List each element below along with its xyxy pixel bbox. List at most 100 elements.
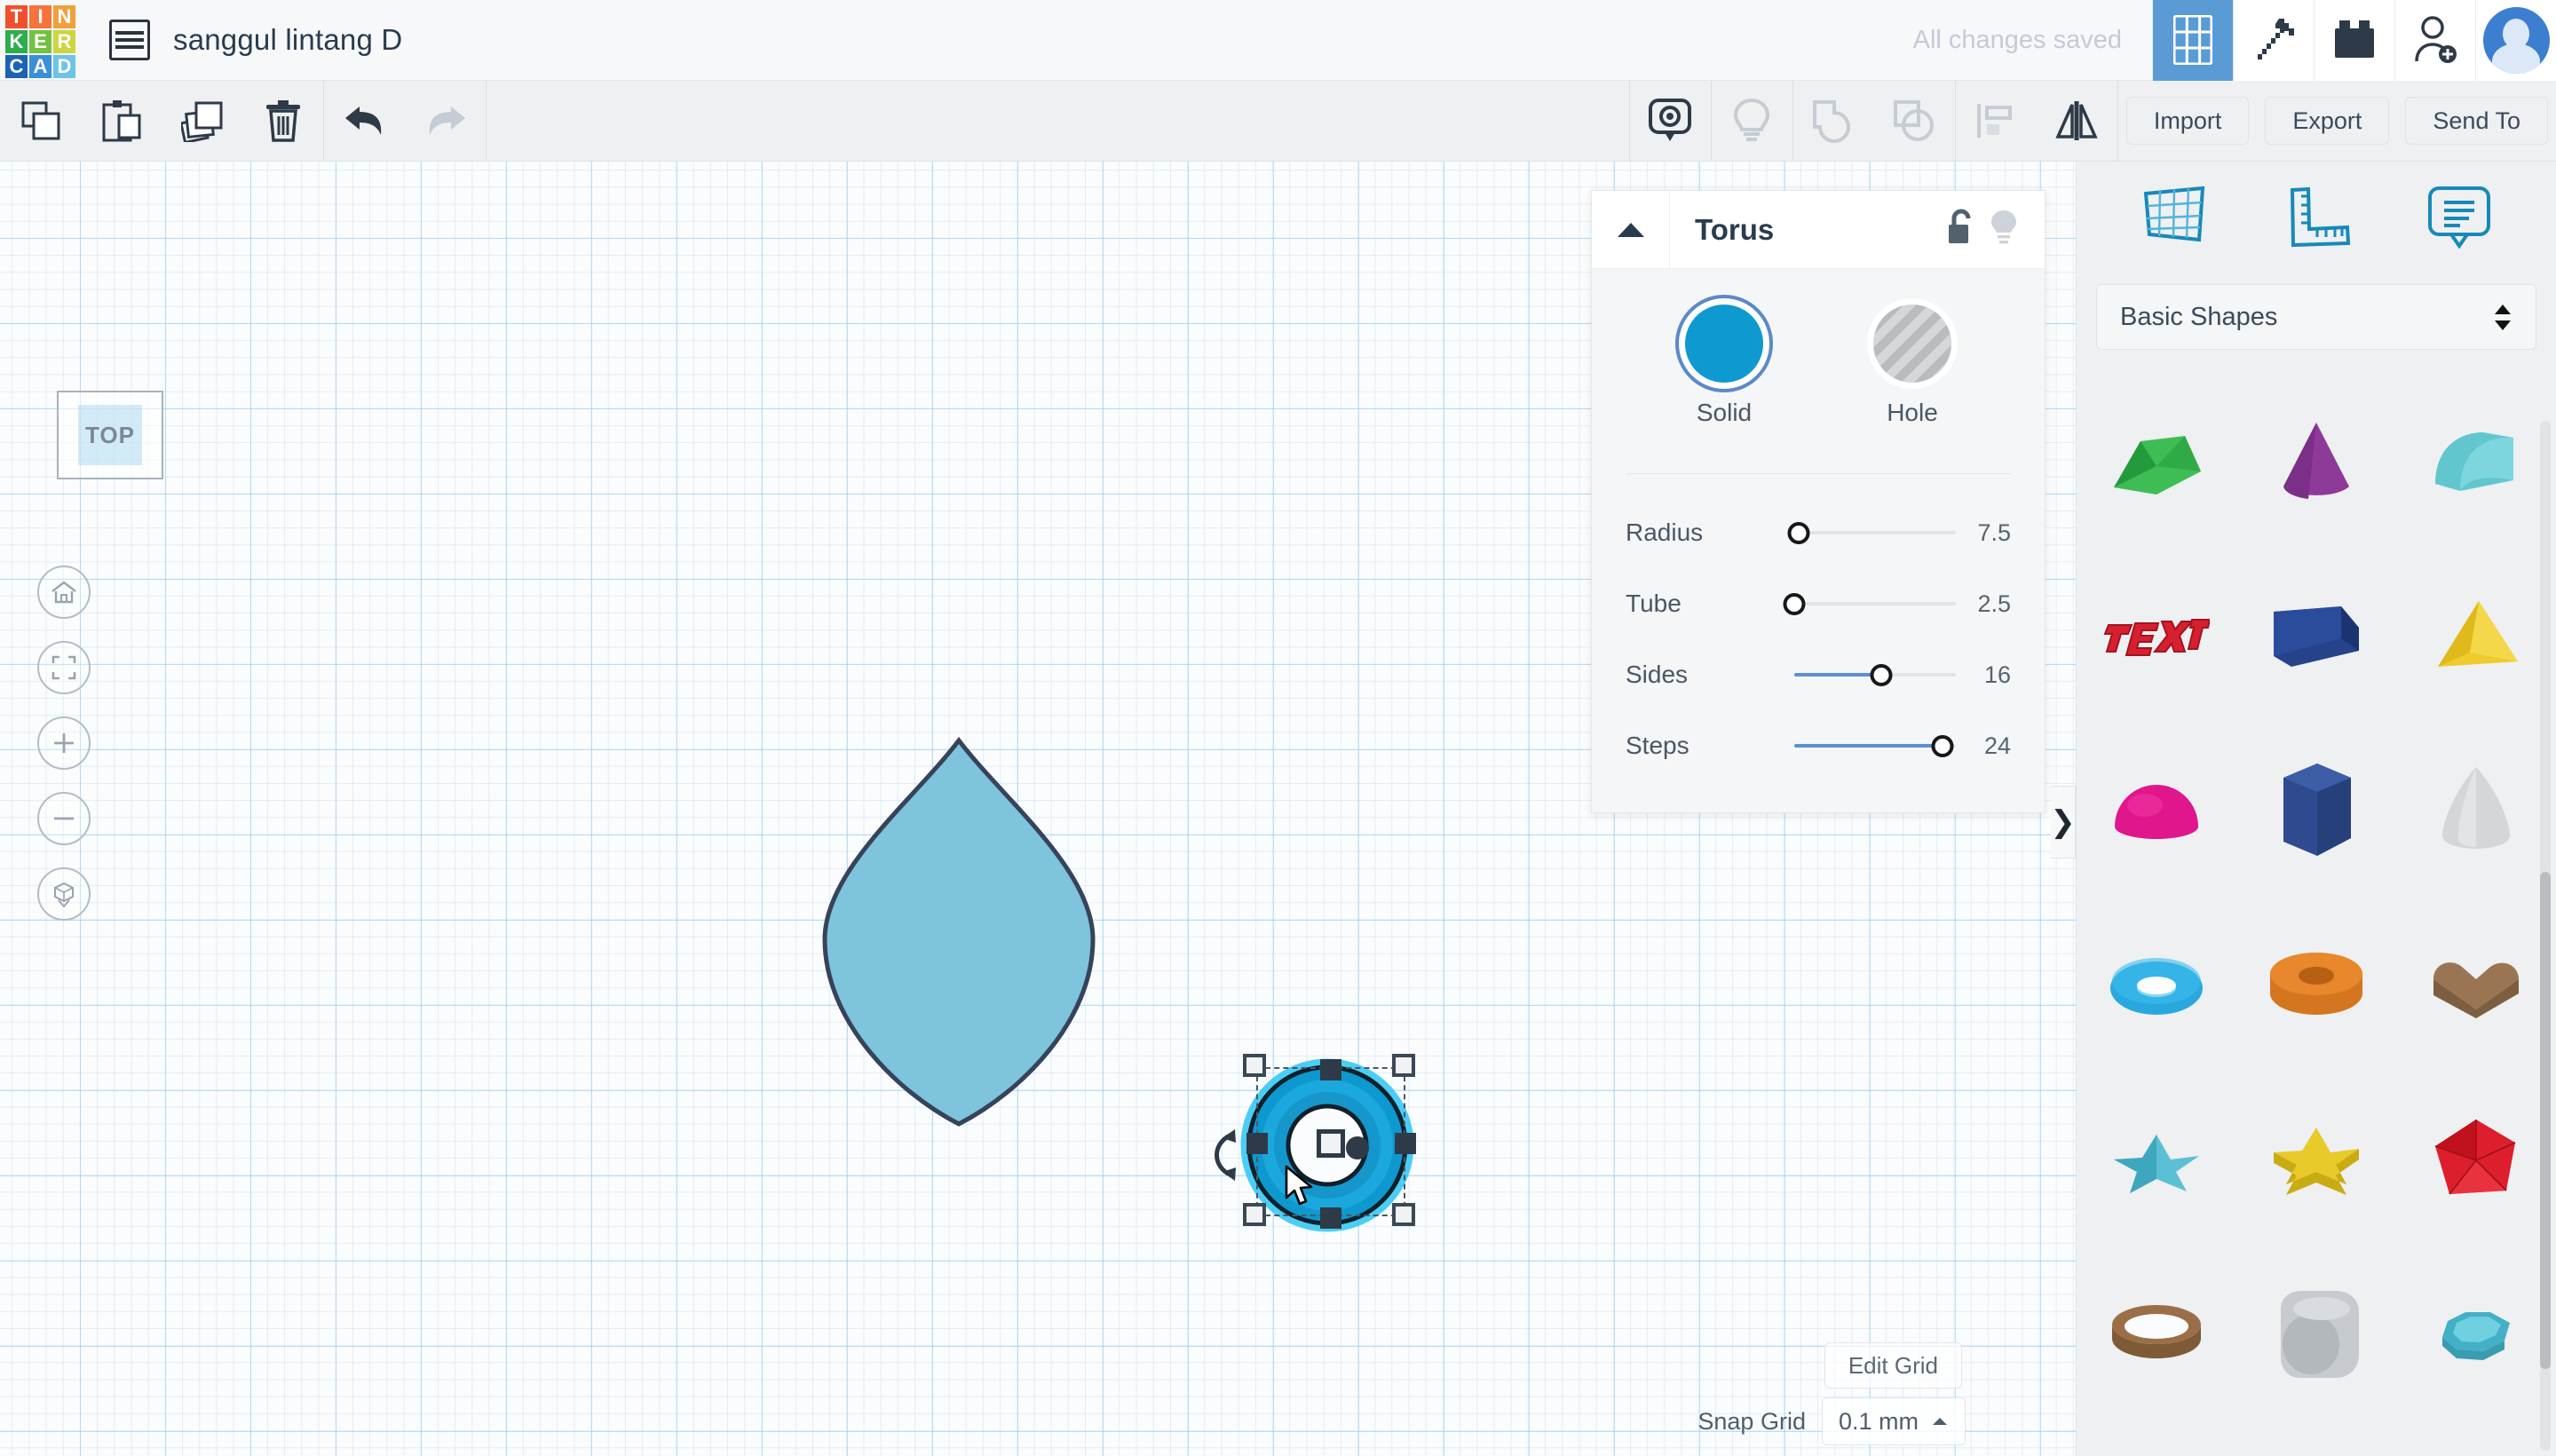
slider-fill — [1794, 673, 1882, 677]
shape-item-box[interactable] — [2236, 550, 2396, 724]
rotate-dot-handle[interactable] — [1346, 1136, 1369, 1159]
triangle-up-icon[interactable] — [1592, 190, 1670, 269]
shape-item-box-wedge[interactable] — [2077, 375, 2236, 549]
view-cube-label: TOP — [78, 405, 142, 465]
resize-handle-top-right[interactable] — [1392, 1054, 1415, 1077]
shape-category-value: Basic Shapes — [2120, 302, 2278, 331]
lego-brick-icon[interactable] — [2314, 0, 2394, 81]
resize-handle-bottom-left[interactable] — [1243, 1203, 1266, 1226]
workplane-icon[interactable] — [2139, 183, 2210, 255]
snap-grid-control: Snap Grid 0.1 mm — [1697, 1397, 1966, 1445]
shape-item-paraboloid[interactable] — [2396, 724, 2556, 898]
snap-grid-dropdown[interactable]: 0.1 mm — [1821, 1397, 1966, 1445]
import-button[interactable]: Import — [2125, 97, 2250, 145]
shape-category-dropdown[interactable]: Basic Shapes — [2096, 284, 2536, 350]
ruler-icon[interactable] — [2282, 183, 2353, 255]
group-icon[interactable] — [1793, 81, 1874, 162]
unlock-icon[interactable] — [1945, 209, 1977, 250]
slider-knob[interactable] — [1931, 734, 1954, 757]
duplicate-icon[interactable] — [162, 81, 242, 162]
shape-item-star-prism[interactable] — [2236, 1073, 2396, 1247]
logo-tile-r: R — [53, 29, 75, 53]
copy-icon[interactable] — [0, 81, 81, 162]
project-list-icon[interactable] — [109, 20, 150, 60]
page-title[interactable]: sanggul lintang D — [173, 23, 402, 57]
param-value-radius[interactable]: 7.5 — [1977, 519, 2011, 547]
slider-knob[interactable] — [1787, 521, 1810, 544]
solid-option[interactable]: Solid — [1685, 305, 1763, 427]
slider-radius[interactable] — [1787, 519, 1956, 546]
resize-handle-top-left[interactable] — [1243, 1054, 1266, 1077]
export-button[interactable]: Export — [2265, 97, 2390, 145]
shape-item-text[interactable] — [2077, 550, 2236, 724]
slider-fill — [1794, 744, 1943, 748]
resize-handle-bottom-right[interactable] — [1392, 1203, 1415, 1226]
lens-shape-object[interactable] — [821, 737, 1096, 1128]
add-person-icon[interactable] — [2394, 0, 2475, 81]
param-label-radius: Radius — [1626, 518, 1704, 546]
tinkercad-logo[interactable]: T I N K E R C A D — [0, 0, 81, 81]
slider-sides[interactable] — [1794, 661, 1956, 688]
light-icon[interactable] — [1712, 81, 1792, 162]
resize-handle-right[interactable] — [1395, 1133, 1416, 1154]
delete-icon[interactable] — [242, 81, 323, 162]
shape-library-grid — [2077, 375, 2556, 1422]
note-icon[interactable] — [2425, 183, 2494, 255]
apps-grid-icon[interactable] — [2152, 0, 2233, 81]
mouse-cursor — [1285, 1165, 1313, 1206]
shape-item-hex-prism[interactable] — [2236, 724, 2396, 898]
stepper-caret-icon — [2493, 304, 2512, 331]
shape-inspector-panel: Torus Solid Hole Radius 7.5 Tube 2.5 Sid… — [1591, 190, 2046, 813]
avatar[interactable] — [2475, 0, 2556, 81]
param-value-tube[interactable]: 2.5 — [1977, 590, 2011, 618]
zoom-in-icon[interactable] — [37, 716, 91, 770]
slider-knob[interactable] — [1783, 592, 1806, 615]
logo-tile-a: A — [29, 54, 51, 78]
param-value-sides[interactable]: 16 — [1984, 661, 2011, 689]
mirror-icon[interactable] — [2037, 81, 2117, 162]
shape-item-heart[interactable] — [2396, 898, 2556, 1072]
inspector-title: Torus — [1695, 212, 1775, 246]
shape-item-ring[interactable] — [2077, 1247, 2236, 1421]
fit-view-icon[interactable] — [37, 641, 91, 694]
height-handle[interactable] — [1317, 1129, 1345, 1158]
sidebar-scrollbar-thumb[interactable] — [2540, 872, 2551, 1369]
hole-option[interactable]: Hole — [1873, 305, 1951, 427]
shape-item-polyhedron[interactable] — [2396, 1073, 2556, 1247]
chevron-right-icon[interactable]: ❯ — [2050, 786, 2076, 859]
minecraft-pickaxe-icon[interactable] — [2233, 0, 2314, 81]
ortho-view-icon[interactable] — [37, 867, 91, 921]
note-icon[interactable] — [1630, 81, 1711, 162]
resize-handle-top[interactable] — [1320, 1059, 1341, 1080]
slider-tube[interactable] — [1783, 590, 1956, 617]
shape-item-half-cylinder[interactable] — [2396, 375, 2556, 549]
send-to-button[interactable]: Send To — [2405, 97, 2548, 145]
redo-icon[interactable] — [405, 81, 486, 162]
shape-item-rounded-cube[interactable] — [2236, 1247, 2396, 1421]
resize-handle-left[interactable] — [1246, 1133, 1268, 1154]
shape-item-gem-octagon[interactable] — [2396, 1247, 2556, 1421]
paste-icon[interactable] — [81, 81, 162, 162]
shape-item-half-sphere[interactable] — [2077, 724, 2236, 898]
rotate-handle-icon[interactable] — [1203, 1128, 1244, 1183]
shape-item-tube[interactable] — [2236, 898, 2396, 1072]
edit-grid-button[interactable]: Edit Grid — [1824, 1342, 1962, 1389]
shape-item-torus[interactable] — [2077, 898, 2236, 1072]
align-icon[interactable] — [1956, 81, 2037, 162]
undo-icon[interactable] — [324, 81, 405, 162]
solid-label: Solid — [1696, 399, 1753, 426]
home-icon[interactable] — [37, 566, 91, 619]
param-label-sides: Sides — [1626, 661, 1689, 688]
resize-handle-bottom[interactable] — [1320, 1207, 1341, 1229]
param-value-steps[interactable]: 24 — [1984, 732, 2011, 760]
shape-item-star-3d[interactable] — [2077, 1073, 2236, 1247]
lightbulb-icon[interactable] — [1990, 209, 2018, 250]
slider-steps[interactable] — [1794, 732, 1956, 759]
slider-knob[interactable] — [1870, 663, 1893, 686]
view-orientation-cube[interactable]: TOP — [57, 391, 163, 479]
ungroup-icon[interactable] — [1874, 81, 1955, 162]
zoom-out-icon[interactable] — [37, 792, 91, 845]
param-label-tube: Tube — [1626, 590, 1682, 617]
shape-item-pyramid[interactable] — [2396, 550, 2556, 724]
shape-item-cone[interactable] — [2236, 375, 2396, 549]
